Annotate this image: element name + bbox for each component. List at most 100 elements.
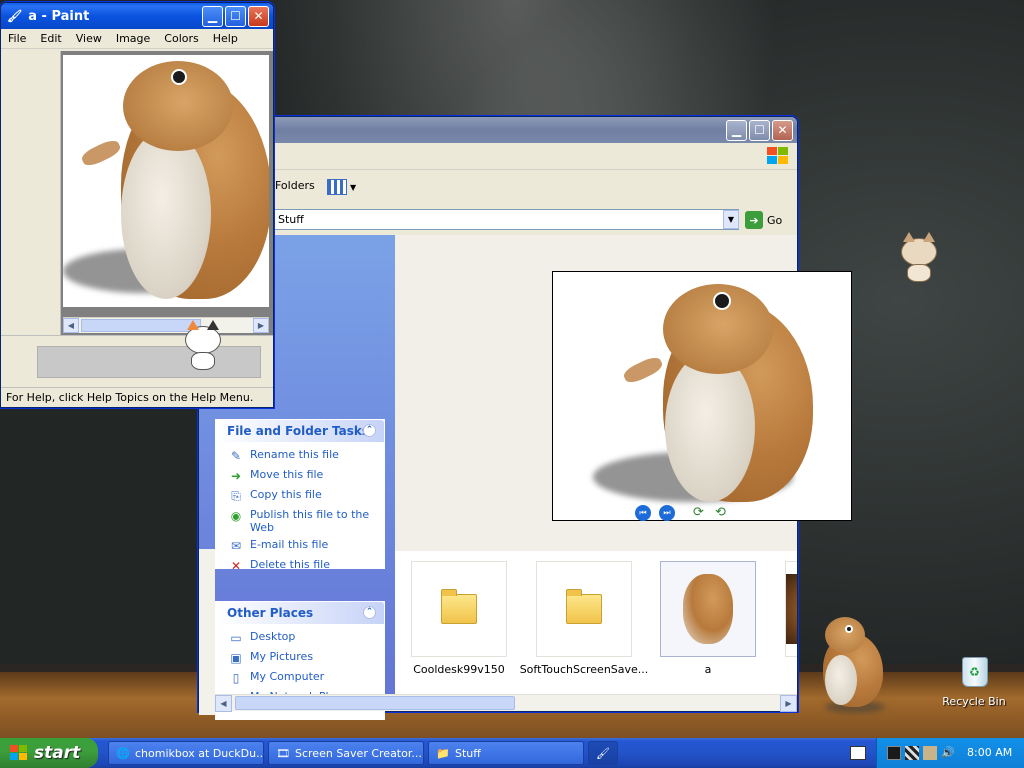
- address-dropdown-button[interactable]: ▼: [723, 210, 739, 229]
- task-link[interactable]: ◉ Publish this file to the Web: [216, 506, 384, 536]
- task-button-stuff[interactable]: 📁 Stuff: [428, 741, 584, 765]
- minimize-button[interactable]: ▁: [726, 119, 747, 141]
- address-value: Stuff: [278, 213, 304, 226]
- browser-icon: 🌐: [116, 747, 130, 760]
- explorer-window[interactable]: ▁ ☐ ✕ Folders ▼ Stuff ▼ ➔ Go File and Fo…: [198, 116, 852, 720]
- file-tasks-header[interactable]: File and Folder Tasks ⌃: [216, 420, 384, 442]
- task-link[interactable]: ▣ My Pictures: [216, 648, 384, 668]
- task-link[interactable]: ✕ Delete this file: [216, 556, 384, 576]
- next-image-button[interactable]: ⏭: [659, 505, 675, 521]
- task-link[interactable]: ✉ E-mail this file: [216, 536, 384, 556]
- thumbnail-label: Cooldesk99v150: [413, 663, 505, 676]
- file-tasks-panel: File and Folder Tasks ⌃ ✎ Rename this fil…: [215, 419, 385, 572]
- clock[interactable]: 8:00 AM: [967, 746, 1012, 759]
- color-palette[interactable]: [37, 346, 261, 378]
- maximize-button[interactable]: ☐: [749, 119, 770, 141]
- task-button-paint[interactable]: 🖌: [588, 741, 618, 765]
- task-label: Stuff: [455, 746, 481, 760]
- horizontal-scrollbar[interactable]: ◀ ▶: [215, 694, 797, 712]
- start-button[interactable]: start: [0, 738, 98, 768]
- thumbnail[interactable]: [660, 561, 756, 657]
- minimize-icon: ▁: [731, 123, 742, 137]
- task-link[interactable]: ⎘ Copy this file: [216, 486, 384, 506]
- collapse-icon[interactable]: ⌃: [363, 424, 376, 437]
- move-icon: ➜: [230, 468, 242, 483]
- paint-canvas-hscrollbar[interactable]: ◀ ▶: [63, 317, 269, 333]
- tray-icon-media[interactable]: [887, 746, 901, 760]
- cat-mascot-paint[interactable]: [181, 320, 225, 372]
- recycle-bin[interactable]: ♻ Recycle Bin: [940, 655, 1008, 711]
- rename-icon: ✎: [230, 448, 242, 463]
- task-pane-scrollbar[interactable]: [199, 549, 215, 715]
- copy-icon: ⎘: [231, 488, 241, 503]
- menu-colors[interactable]: Colors: [157, 32, 205, 45]
- other-places-header[interactable]: Other Places ⌃: [216, 602, 384, 624]
- close-button[interactable]: ✕: [772, 119, 793, 141]
- paint-workspace: ◀ ▶: [1, 51, 273, 335]
- thumbnail[interactable]: [536, 561, 632, 657]
- image-thumbnail-icon: [786, 574, 797, 644]
- tray-icon-pet[interactable]: [923, 746, 937, 760]
- views-button[interactable]: ▼: [327, 177, 361, 197]
- rotate-counterclockwise-button[interactable]: ⟲: [715, 505, 731, 521]
- keyboard-icon[interactable]: [850, 746, 866, 760]
- scroll-right-button[interactable]: ▶: [780, 695, 797, 712]
- collapse-icon[interactable]: ⌃: [363, 606, 376, 619]
- task-button-browser[interactable]: 🌐 chomikbox at DuckDu...: [108, 741, 264, 765]
- film-icon: 🎞: [276, 747, 290, 760]
- folders-button[interactable]: Folders: [275, 179, 315, 192]
- paint-brush-icon: 🖌: [7, 9, 23, 23]
- paint-status-text: For Help, click Help Topics on the Help …: [6, 391, 254, 404]
- image-preview-area: ⏮ ⏭ ⟳ ⟲: [395, 235, 852, 551]
- paint-toolbox: [1, 51, 61, 335]
- hamster-image: [63, 59, 269, 307]
- task-link[interactable]: ✎ Rename this file: [216, 446, 384, 466]
- task-link-label: My Pictures: [250, 650, 314, 663]
- scroll-right-button[interactable]: ▶: [253, 318, 269, 333]
- thumbnail[interactable]: [785, 561, 797, 657]
- hamster-mascot-desktop[interactable]: [815, 615, 885, 715]
- menu-view[interactable]: View: [69, 32, 109, 45]
- task-button-screensaver[interactable]: 🎞 Screen Saver Creator...: [268, 741, 424, 765]
- recycle-bin-icon: ♻: [962, 657, 988, 687]
- cat-mascot-desktop[interactable]: [897, 232, 941, 284]
- menu-help[interactable]: Help: [206, 32, 245, 45]
- tray-icon-network[interactable]: [905, 746, 919, 760]
- paint-brush-icon: 🖌: [596, 746, 610, 760]
- file-tasks-title: File and Folder Tasks: [227, 424, 370, 438]
- task-link[interactable]: ▯ My Computer: [216, 668, 384, 688]
- maximize-button[interactable]: ☐: [225, 5, 246, 27]
- task-link[interactable]: ▭ Desktop: [216, 628, 384, 648]
- taskbar: start 🌐 chomikbox at DuckDu... 🎞 Screen …: [0, 738, 1024, 768]
- task-link-label: Desktop: [250, 630, 296, 643]
- paint-title: a - Paint: [28, 8, 90, 24]
- previous-image-button[interactable]: ⏮: [635, 505, 651, 521]
- minimize-icon: ▁: [207, 9, 218, 23]
- minimize-button[interactable]: ▁: [202, 5, 223, 27]
- rotate-cw-icon: ⟳: [693, 505, 704, 520]
- menu-image[interactable]: Image: [109, 32, 157, 45]
- menu-edit[interactable]: Edit: [33, 32, 68, 45]
- explorer-titlebar[interactable]: ▁ ☐ ✕: [199, 117, 797, 143]
- desktop-icon: ▭: [230, 630, 242, 645]
- rotate-clockwise-button[interactable]: ⟳: [693, 505, 709, 521]
- go-button[interactable]: ➔ Go: [745, 210, 782, 230]
- email-icon: ✉: [230, 538, 242, 553]
- start-label: start: [34, 743, 81, 763]
- menu-file[interactable]: File: [1, 32, 33, 45]
- address-input[interactable]: Stuff: [199, 209, 739, 230]
- paint-canvas[interactable]: [63, 55, 269, 307]
- scroll-thumb[interactable]: [235, 696, 515, 710]
- close-button[interactable]: ✕: [248, 5, 269, 27]
- tray-icon-volume[interactable]: 🔊: [941, 746, 955, 760]
- thumbnail[interactable]: [411, 561, 507, 657]
- scroll-left-button[interactable]: ◀: [215, 695, 232, 712]
- scroll-left-button[interactable]: ◀: [63, 318, 79, 333]
- task-link[interactable]: ➜ Move this file: [216, 466, 384, 486]
- folder-icon: [566, 589, 602, 624]
- maximize-icon: ☐: [754, 123, 765, 137]
- image-preview: [552, 271, 852, 521]
- paint-titlebar[interactable]: 🖌 a - Paint ▁ ☐ ✕: [1, 3, 273, 29]
- folder-icon: [441, 589, 477, 624]
- paint-window[interactable]: 🖌 a - Paint ▁ ☐ ✕ File Edit View Image Color…: [0, 2, 274, 408]
